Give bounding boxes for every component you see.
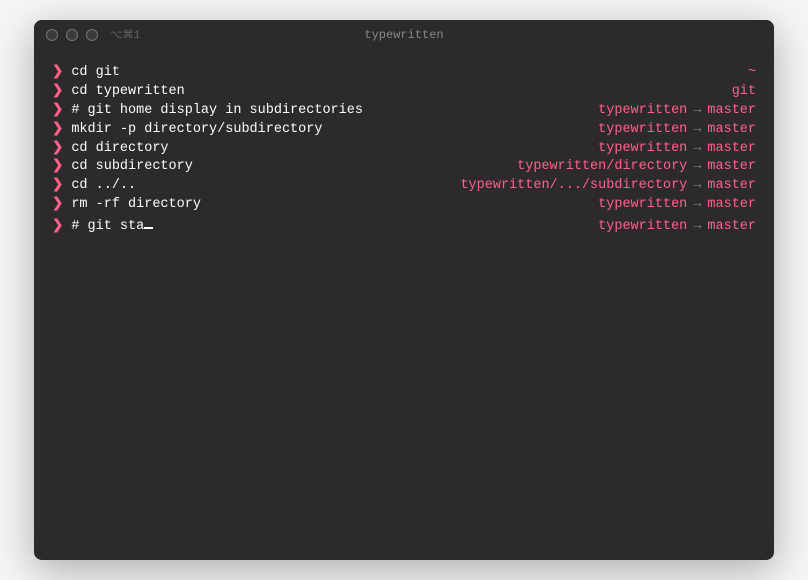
terminal-line: ❯ # git sta typewritten → master (52, 215, 756, 236)
cursor (144, 215, 153, 229)
traffic-lights (46, 29, 98, 41)
command-text: cd typewritten (71, 83, 184, 102)
command-text: cd subdirectory (71, 158, 193, 177)
maximize-button[interactable] (86, 29, 98, 41)
git-branch: master (707, 102, 756, 121)
right-path: typewritten (598, 102, 687, 121)
terminal-line: ❯ rm -rf directory typewritten → master (52, 196, 756, 215)
title-bar: ⌥⌘1 typewritten (34, 20, 774, 50)
prompt-symbol: ❯ (52, 102, 63, 121)
prompt-symbol: ❯ (52, 64, 63, 83)
command-text: rm -rf directory (71, 196, 201, 215)
command-text: # git sta (71, 218, 144, 237)
arrow-icon: → (693, 140, 701, 159)
terminal-line: ❯ cd git ~ (52, 64, 756, 83)
terminal-line: ❯ cd ../.. typewritten/.../subdirectory … (52, 177, 756, 196)
git-branch: master (707, 140, 756, 159)
terminal-line: ❯ cd typewritten git (52, 83, 756, 102)
command-text: cd directory (71, 140, 168, 159)
terminal-line: ❯ # git home display in subdirectories t… (52, 102, 756, 121)
arrow-icon: → (693, 121, 701, 140)
arrow-icon: → (693, 158, 701, 177)
command-text: cd git (71, 64, 120, 83)
arrow-icon: → (693, 102, 701, 121)
prompt-symbol: ❯ (52, 121, 63, 140)
git-branch: master (707, 196, 756, 215)
terminal-line: ❯ mkdir -p directory/subdirectory typewr… (52, 121, 756, 140)
git-branch: master (707, 177, 756, 196)
right-path: typewritten (598, 121, 687, 140)
arrow-icon: → (693, 177, 701, 196)
git-branch: master (707, 218, 756, 237)
command-text: # git home display in subdirectories (71, 102, 363, 121)
tab-hint: ⌥⌘1 (110, 28, 140, 42)
git-branch: master (707, 121, 756, 140)
arrow-icon: → (693, 196, 701, 215)
right-path: typewritten (598, 196, 687, 215)
right-path: git (732, 83, 756, 102)
right-path: typewritten/.../subdirectory (460, 177, 687, 196)
command-text: cd ../.. (71, 177, 136, 196)
prompt-symbol: ❯ (52, 158, 63, 177)
minimize-button[interactable] (66, 29, 78, 41)
close-button[interactable] (46, 29, 58, 41)
git-branch: master (707, 158, 756, 177)
right-path: ~ (748, 64, 756, 83)
right-path: typewritten (598, 218, 687, 237)
terminal-line: ❯ cd directory typewritten → master (52, 140, 756, 159)
terminal-body[interactable]: ❯ cd git ~ ❯ cd typewritten git ❯ # git … (34, 50, 774, 251)
arrow-icon: → (693, 218, 701, 237)
command-text: mkdir -p directory/subdirectory (71, 121, 322, 140)
terminal-line: ❯ cd subdirectory typewritten/directory … (52, 158, 756, 177)
prompt-symbol: ❯ (52, 218, 63, 237)
prompt-symbol: ❯ (52, 196, 63, 215)
prompt-symbol: ❯ (52, 140, 63, 159)
window-title: typewritten (364, 28, 443, 42)
right-path: typewritten (598, 140, 687, 159)
prompt-symbol: ❯ (52, 177, 63, 196)
right-path: typewritten/directory (517, 158, 687, 177)
prompt-symbol: ❯ (52, 83, 63, 102)
terminal-window: ⌥⌘1 typewritten ❯ cd git ~ ❯ cd typewrit… (34, 20, 774, 560)
